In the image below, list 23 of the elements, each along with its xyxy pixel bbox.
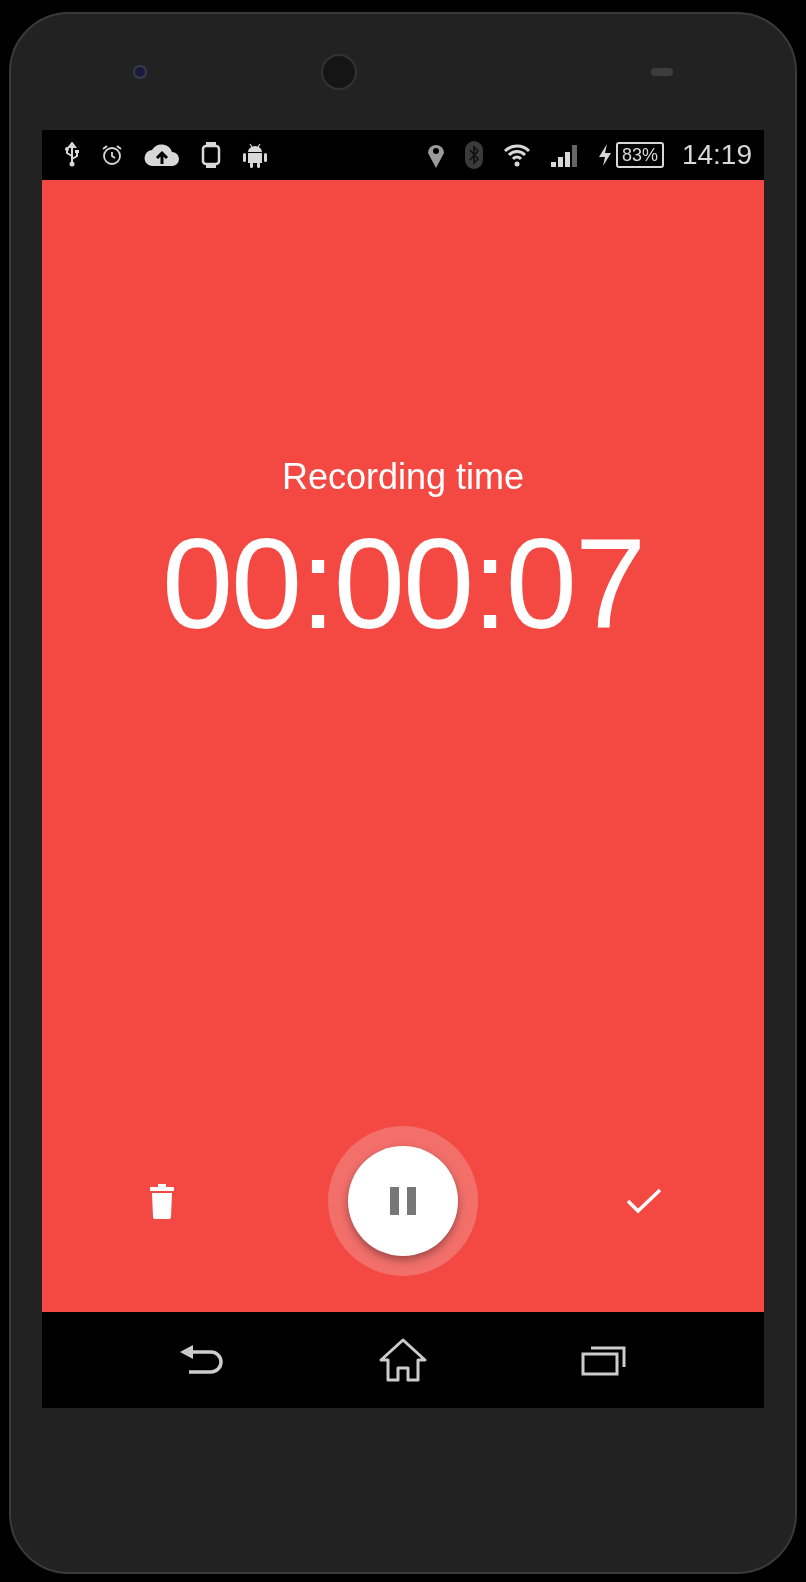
trash-icon: [149, 1183, 175, 1219]
pause-button[interactable]: [348, 1146, 458, 1256]
alarm-clock-icon: [100, 143, 124, 167]
cloud-upload-icon: [144, 142, 180, 168]
usb-icon: [64, 142, 80, 168]
recording-label: Recording time: [281, 455, 525, 499]
front-camera: [133, 65, 147, 79]
bluetooth-icon: [463, 140, 484, 170]
clock-time: 14:19: [681, 138, 752, 172]
home-icon: [378, 1338, 428, 1382]
android-robot-icon: [242, 141, 268, 169]
recent-apps-icon: [580, 1344, 627, 1376]
back-arrow-icon: [179, 1343, 226, 1377]
smartwatch-icon: [200, 141, 222, 169]
pause-icon: [390, 1187, 416, 1215]
wifi-icon: [501, 142, 532, 168]
charging-bolt-icon: [597, 143, 612, 167]
battery-indicator: 83%: [615, 142, 664, 168]
checkmark-icon: [626, 1188, 662, 1214]
signal-icon: [549, 142, 580, 168]
earpiece-speaker: [321, 54, 357, 90]
sensor: [651, 68, 673, 76]
elapsed-time: 00:00:07: [161, 520, 645, 648]
